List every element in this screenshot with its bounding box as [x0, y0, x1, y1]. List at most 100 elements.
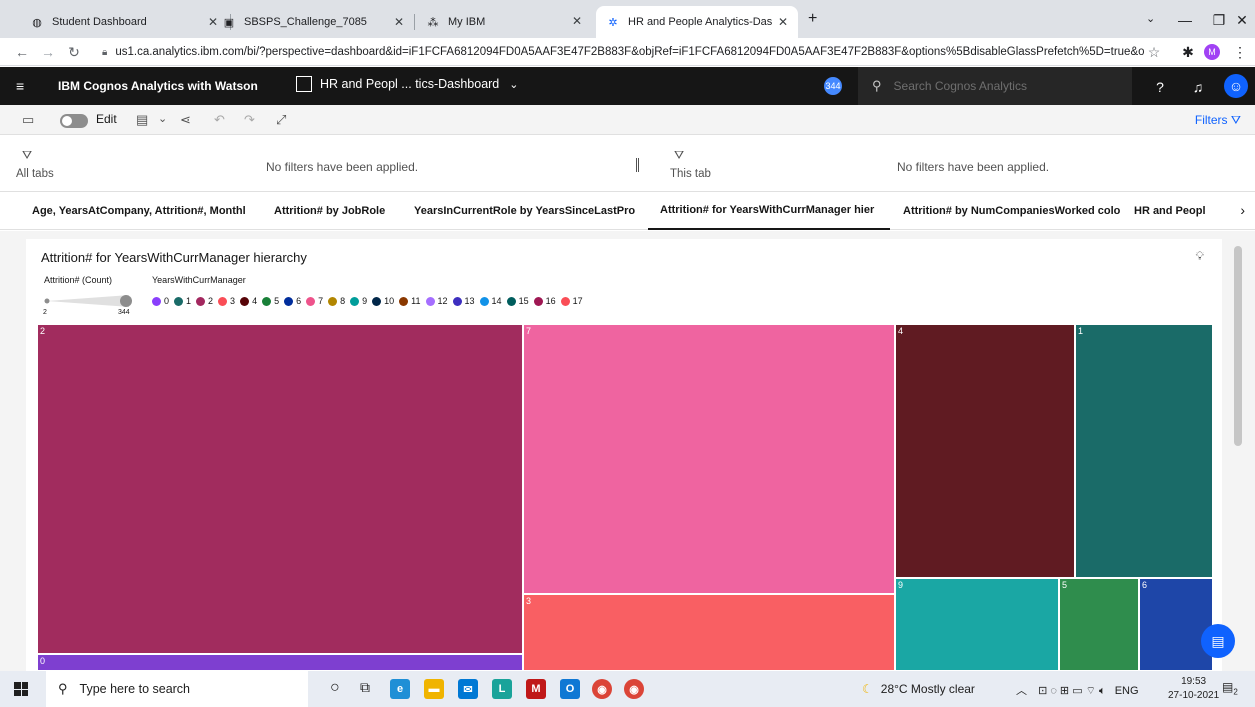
scrollbar-thumb[interactable] — [1234, 246, 1242, 446]
reload-icon[interactable]: ↻ — [64, 42, 84, 62]
treemap-cell-1[interactable]: 1 — [1075, 324, 1213, 578]
tab-attrition-yearswithcurrmanager[interactable]: Attrition# for YearsWithCurrManager hier — [648, 192, 890, 230]
canvas-scrollbar[interactable] — [1232, 238, 1244, 666]
treemap-cell-2[interactable]: 2 — [37, 324, 523, 654]
tab-yearsincurrentrole[interactable]: YearsInCurrentRole by YearsSinceLastPro — [414, 192, 638, 230]
close-icon[interactable]: ✕ — [572, 14, 582, 28]
notifications-bell-icon[interactable]: ♫ — [1188, 77, 1208, 97]
legend-item[interactable]: 8 — [328, 296, 345, 306]
new-tab-button[interactable]: + — [808, 10, 817, 28]
help-icon[interactable]: ? — [1150, 77, 1170, 97]
taskbar-search[interactable]: ⚲ Type here to search — [46, 671, 308, 707]
hamburger-menu-icon[interactable]: ≡ — [16, 78, 24, 94]
url-field[interactable]: 🔒︎ us1.ca.analytics.ibm.com/bi/?perspect… — [94, 40, 1144, 64]
legend-item[interactable]: 1 — [174, 296, 191, 306]
close-icon[interactable]: ✕ — [778, 15, 788, 29]
treemap-cell-0[interactable]: 0 — [37, 654, 523, 671]
minimize-icon[interactable]: — — [1168, 6, 1202, 34]
treemap-cell-4[interactable]: 4 — [895, 324, 1075, 578]
legend-item[interactable]: 10 — [372, 296, 394, 306]
undo-icon[interactable]: ↶ — [214, 112, 225, 128]
browser-tab-hr-analytics[interactable]: ✲ HR and People Analytics-Dashbo ✕ — [596, 6, 798, 38]
browser-menu-icon[interactable]: ⋮ — [1230, 42, 1250, 62]
chevron-down-icon[interactable]: ⌄ — [158, 112, 167, 125]
mail-icon[interactable]: ✉ — [458, 679, 478, 699]
legend-item[interactable]: 2 — [196, 296, 213, 306]
redo-icon[interactable]: ↷ — [244, 112, 255, 128]
all-tabs-filter-panel[interactable]: ⛛ All tabs No filters have been applied. — [0, 136, 636, 192]
assistant-chat-button[interactable]: ▤ — [1201, 624, 1235, 658]
windows-start-icon[interactable] — [14, 682, 28, 696]
window-close-icon[interactable]: ✕ — [1225, 6, 1255, 34]
legend-item[interactable]: 4 — [240, 296, 257, 306]
fullscreen-icon[interactable]: ⤢ — [276, 112, 286, 128]
taskbar-search-input[interactable]: Type here to search — [80, 682, 190, 696]
edge-icon[interactable]: e — [390, 679, 410, 699]
legend-item[interactable]: 12 — [425, 296, 448, 306]
legend-item[interactable]: 16 — [533, 296, 556, 306]
extensions-puzzle-icon[interactable]: ✱ — [1178, 42, 1198, 62]
browser-tab-student-dashboard[interactable]: ◍ Student Dashboard ✕ — [20, 6, 228, 38]
chevron-right-icon[interactable]: › — [1240, 202, 1245, 218]
treemap-cell-5[interactable]: 5 — [1059, 578, 1139, 671]
tab-attrition-numcompaniesworked[interactable]: Attrition# by NumCompaniesWorked colo — [903, 192, 1121, 230]
chrome-icon[interactable]: ◉ — [592, 679, 612, 699]
tab-search-chevron-icon[interactable]: ⌄ — [1146, 12, 1155, 25]
legend-item[interactable]: 9 — [350, 296, 367, 306]
clock[interactable]: 19:53 27-10-2021 — [1168, 675, 1219, 703]
file-explorer-icon[interactable]: ▬ — [424, 679, 444, 699]
legend-item[interactable]: 14 — [479, 296, 502, 306]
profile-avatar[interactable]: M — [1204, 44, 1220, 60]
language-indicator[interactable]: ENG — [1115, 685, 1139, 697]
this-tab-filter-panel[interactable]: ⛛ This tab No filters have been applied. — [650, 136, 1255, 192]
close-icon[interactable]: ✕ — [394, 15, 404, 29]
treemap-cell-9[interactable]: 9 — [895, 578, 1059, 671]
back-arrow-icon[interactable]: ← — [12, 42, 32, 62]
mcafee-icon[interactable]: M — [526, 679, 546, 699]
save-icon[interactable]: ▤ — [136, 112, 148, 128]
treemap-widget[interactable]: Attrition# for YearsWithCurrManager hier… — [26, 239, 1222, 671]
tab-age-yearsatcompany[interactable]: Age, YearsAtCompany, Attrition#, Monthl — [32, 192, 250, 230]
forward-arrow-icon[interactable]: → — [38, 42, 58, 62]
chrome-profile-icon[interactable]: ◉ — [624, 679, 644, 699]
treemap-cell-6[interactable]: 6 — [1139, 578, 1213, 671]
legend-item[interactable]: 5 — [262, 296, 279, 306]
cortana-icon[interactable]: ○ — [330, 679, 340, 697]
legend-item[interactable]: 17 — [560, 296, 583, 306]
task-view-icon[interactable]: ⧉ — [360, 679, 370, 696]
legend-item[interactable]: 7 — [306, 296, 323, 306]
comment-icon[interactable]: ▭ — [22, 112, 34, 128]
tab-hr-and-people[interactable]: HR and Peopl — [1134, 192, 1210, 230]
search-bar[interactable]: ⚲ Search Cognos Analytics — [858, 67, 1132, 105]
filter-panel-splitter[interactable] — [636, 158, 639, 172]
legend-item[interactable]: 11 — [399, 296, 421, 306]
outlook-icon[interactable]: O — [560, 679, 580, 699]
bookmark-star-icon[interactable]: ☆ — [1144, 42, 1164, 62]
share-icon[interactable]: ⋖ — [180, 112, 191, 128]
legend-item[interactable]: 15 — [506, 296, 529, 306]
lens-app-icon[interactable]: L — [492, 679, 512, 699]
treemap-chart[interactable]: 2 0 7 3 4 1 9 5 6 — [37, 324, 1213, 671]
browser-tab-my-ibm[interactable]: ⁂ My IBM — [416, 6, 592, 38]
treemap-cell-label: 6 — [1142, 580, 1148, 590]
filters-button[interactable]: Filters ⛛ — [1195, 113, 1241, 128]
browser-tab-sbsps[interactable]: ▣ SBSPS_Challenge_7085 ✕ — [212, 6, 414, 38]
dashboard-selector[interactable]: HR and Peopl ... tics-Dashboard ⌄ — [296, 76, 518, 92]
legend-item[interactable]: 13 — [452, 296, 475, 306]
edit-mode-toggle[interactable] — [60, 114, 88, 128]
weather-widget[interactable]: ☾ 28°C Mostly clear — [862, 682, 975, 696]
treemap-cell-7[interactable]: 7 — [523, 324, 895, 594]
document-icon: ▣ — [223, 16, 235, 29]
legend-item[interactable]: 3 — [218, 296, 235, 306]
tab-attrition-by-jobrole[interactable]: Attrition# by JobRole — [274, 192, 400, 230]
search-input[interactable]: Search Cognos Analytics — [894, 79, 1027, 93]
lightbulb-icon[interactable]: 💡︎ — [1196, 249, 1204, 264]
notification-center-icon[interactable]: ▤2 — [1222, 680, 1240, 698]
chevron-up-icon[interactable]: ︿ — [1016, 685, 1027, 697]
legend-item[interactable]: 6 — [284, 296, 301, 306]
filter-icon: ⛛ — [22, 148, 33, 162]
legend-item[interactable]: 0 — [152, 296, 169, 306]
user-icon[interactable]: ☺ — [1224, 74, 1248, 98]
system-tray[interactable]: ︿ ⊡ ◌ ⊞ ▭ ⌔ 🔈︎ ENG — [1016, 682, 1139, 698]
treemap-cell-3[interactable]: 3 — [523, 594, 895, 671]
